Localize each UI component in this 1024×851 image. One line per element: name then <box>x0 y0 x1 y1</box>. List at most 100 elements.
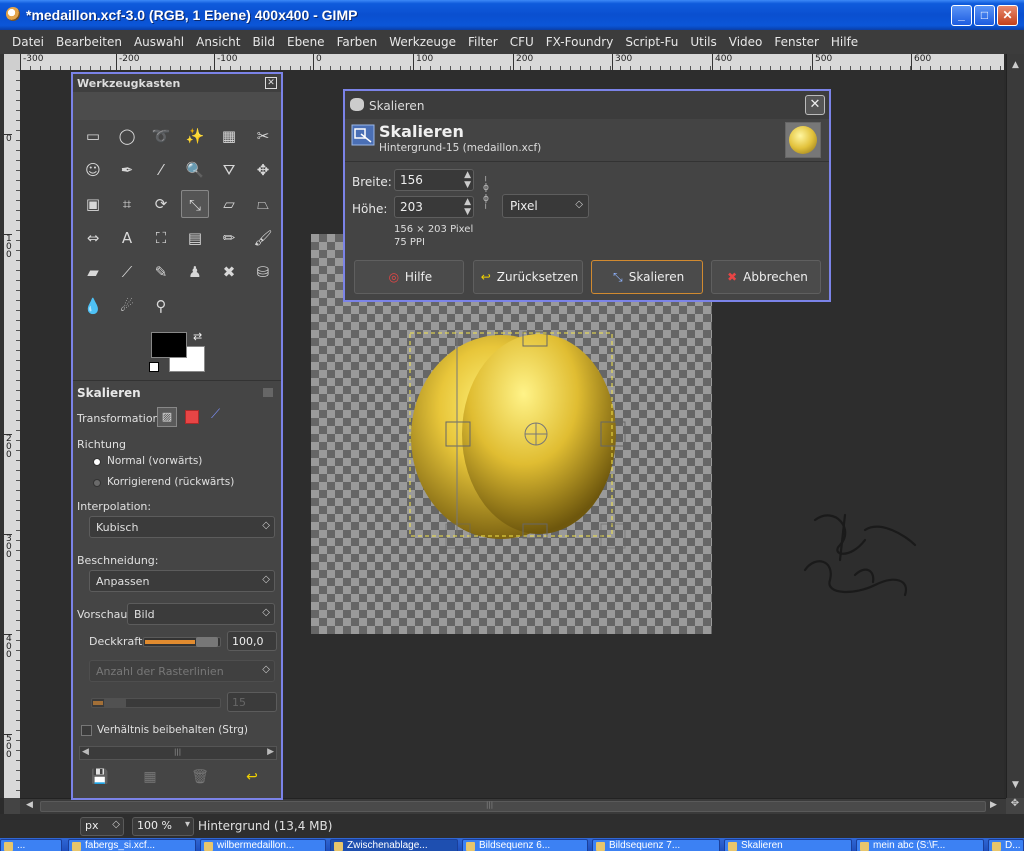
direction-corrective-label[interactable]: Korrigierend (rückwärts) <box>107 476 234 488</box>
reset-options-icon[interactable]: ↩ <box>243 768 261 786</box>
fuzzy-select-icon[interactable]: ✨ <box>181 122 209 150</box>
taskbar-item[interactable]: Bildsequenz 6... <box>462 839 588 851</box>
airbrush-icon[interactable]: ⟋ <box>113 258 141 286</box>
cancel-button[interactable]: ✖ Abbrechen <box>711 260 821 294</box>
flip-icon[interactable]: ⇔ <box>79 224 107 252</box>
opacity-slider-knob[interactable] <box>196 637 218 647</box>
minimize-button[interactable]: _ <box>951 5 972 26</box>
heal-icon[interactable]: ✖ <box>215 258 243 286</box>
reset-button[interactable]: ↩ Zurücksetzen <box>473 260 583 294</box>
paths-icon[interactable]: ✒ <box>113 156 141 184</box>
close-button[interactable]: ✕ <box>997 5 1018 26</box>
menu-hilfe[interactable]: Hilfe <box>825 35 864 49</box>
menu-datei[interactable]: Datei <box>6 35 50 49</box>
menu-ansicht[interactable]: Ansicht <box>190 35 246 49</box>
interpolation-select[interactable]: Kubisch ◇ <box>89 516 275 538</box>
preview-select[interactable]: Bild ◇ <box>127 603 275 625</box>
dialog-title-bar[interactable]: Skalieren <box>345 91 829 119</box>
scroll-down-arrow[interactable]: ▼ <box>1009 780 1022 794</box>
chain-link-icon[interactable]: ╷ ϕ ϕ ╵ <box>483 172 491 216</box>
lasso-icon[interactable]: ➰ <box>147 122 175 150</box>
scroll-right-arrow[interactable]: ▶ <box>990 800 997 810</box>
scale-button[interactable]: ⤡ Skalieren <box>591 260 703 294</box>
wilber-drop-area[interactable] <box>73 92 281 120</box>
text-icon[interactable]: A <box>113 224 141 252</box>
taskbar-item[interactable]: mein abc (S:\F... <box>856 839 984 851</box>
menu-utils[interactable]: Utils <box>684 35 722 49</box>
unit-selector[interactable]: px ◇ <box>80 817 124 836</box>
measure-icon[interactable]: ⛛ <box>215 156 243 184</box>
clone-icon[interactable]: ♟ <box>181 258 209 286</box>
swap-colors-icon[interactable]: ⇄ <box>193 330 202 343</box>
blend-icon[interactable]: ▤ <box>181 224 209 252</box>
zoom-selector[interactable]: 100 % ▾ <box>132 817 194 836</box>
menu-auswahl[interactable]: Auswahl <box>128 35 190 49</box>
window-title-bar[interactable]: *medaillon.xcf-3.0 (RGB, 1 Ebene) 400x40… <box>0 0 1024 30</box>
taskbar-item[interactable]: D... <box>988 839 1024 851</box>
keep-ratio-checkbox[interactable] <box>81 725 92 736</box>
taskbar-item[interactable]: fabergs_si.xcf... <box>68 839 196 851</box>
menu-fx-foundry[interactable]: FX-Foundry <box>540 35 620 49</box>
ruler-corner[interactable] <box>4 54 20 70</box>
menu-werkzeuge[interactable]: Werkzeuge <box>383 35 462 49</box>
height-field[interactable]: 203 ▲ ▼ <box>394 196 474 218</box>
scroll-up-arrow[interactable]: ▲ <box>1009 60 1022 74</box>
menu-cfu[interactable]: CFU <box>504 35 540 49</box>
taskbar-item-active[interactable]: Zwischenablage... <box>330 839 458 851</box>
dialog-close-button[interactable]: ✕ <box>805 95 825 115</box>
unit-select[interactable]: Pixel ◇ <box>502 194 589 218</box>
taskbar-item[interactable]: Bildsequenz 7... <box>592 839 720 851</box>
menu-bild[interactable]: Bild <box>246 35 281 49</box>
scroll-left-arrow[interactable]: ◀ <box>26 800 33 810</box>
menu-fenster[interactable]: Fenster <box>768 35 825 49</box>
zoom-icon[interactable]: 🔍 <box>181 156 209 184</box>
transform-layer-icon[interactable]: ▨ <box>157 407 177 427</box>
crop-icon[interactable]: ⌗ <box>113 190 141 218</box>
rect-select-icon[interactable]: ▭ <box>79 122 107 150</box>
vertical-scrollbar[interactable]: ▲ ▼ <box>1006 54 1024 798</box>
opacity-spin[interactable]: 100,0 <box>227 631 277 651</box>
clipping-select[interactable]: Anpassen ◇ <box>89 570 275 592</box>
save-options-icon[interactable]: 💾 <box>91 768 109 786</box>
delete-options-icon[interactable]: 🗑 <box>191 768 209 786</box>
smudge-icon[interactable]: ☄ <box>113 292 141 320</box>
taskbar-item[interactable]: wilbermedaillon... <box>200 839 326 851</box>
perspective-clone-icon[interactable]: ⛁ <box>249 258 277 286</box>
navigate-icon[interactable]: ✥ <box>1006 798 1024 814</box>
maximize-button[interactable]: □ <box>974 5 995 26</box>
toolbox-title[interactable]: Werkzeugkasten <box>73 74 281 92</box>
toolbox-hscroll[interactable]: ◀ ||| ▶ <box>79 746 277 760</box>
color-picker-icon[interactable]: ⁄ <box>147 156 175 184</box>
direction-normal-radio[interactable] <box>93 458 101 466</box>
color-select-icon[interactable]: ▦ <box>215 122 243 150</box>
menu-filter[interactable]: Filter <box>462 35 504 49</box>
reset-colors-icon[interactable] <box>149 362 159 372</box>
ink-icon[interactable]: ✎ <box>147 258 175 286</box>
eraser-icon[interactable]: ▰ <box>79 258 107 286</box>
paintbrush-icon[interactable]: 🖌 <box>249 224 277 252</box>
pencil-icon[interactable]: ✏ <box>215 224 243 252</box>
foreground-select-icon[interactable]: ☺ <box>79 156 107 184</box>
blur-sharpen-icon[interactable]: 💧 <box>79 292 107 320</box>
opacity-slider[interactable] <box>143 637 221 647</box>
menu-script-fu[interactable]: Script-Fu <box>619 35 684 49</box>
keep-ratio-label[interactable]: Verhältnis beibehalten (Strg) <box>97 724 248 736</box>
move-icon[interactable]: ✥ <box>249 156 277 184</box>
width-field[interactable]: 156 ▲ ▼ <box>394 169 474 191</box>
ellipse-select-icon[interactable]: ◯ <box>113 122 141 150</box>
direction-corrective-radio[interactable] <box>93 479 101 487</box>
dodge-burn-icon[interactable]: ⚲ <box>147 292 175 320</box>
foreground-color-swatch[interactable] <box>151 332 187 358</box>
menu-bearbeiten[interactable]: Bearbeiten <box>50 35 128 49</box>
bucket-fill-icon[interactable]: ⛶ <box>147 224 175 252</box>
quick-mask-toggle[interactable] <box>4 798 20 814</box>
direction-normal-label[interactable]: Normal (vorwärts) <box>107 455 202 467</box>
align-icon[interactable]: ▣ <box>79 190 107 218</box>
scissors-icon[interactable]: ✂ <box>249 122 277 150</box>
taskbar-item[interactable]: Skalieren <box>724 839 852 851</box>
menu-ebene[interactable]: Ebene <box>281 35 331 49</box>
vertical-ruler[interactable]: 0 100 200 300 400 500 <box>4 70 20 798</box>
shear-icon[interactable]: ▱ <box>215 190 243 218</box>
height-spin-arrows[interactable]: ▲ ▼ <box>464 197 471 217</box>
transform-path-icon[interactable]: ⟋ <box>211 407 220 422</box>
